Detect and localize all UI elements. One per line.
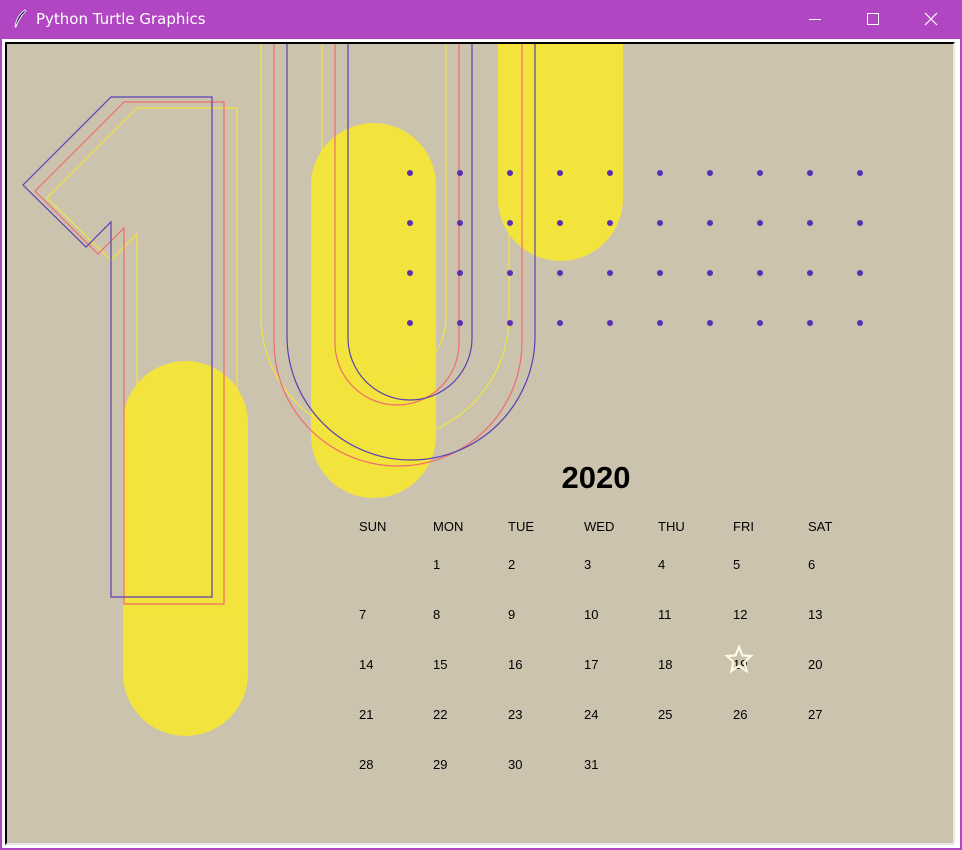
feather-pen-icon: [14, 9, 27, 28]
calendar-day: 16: [508, 657, 522, 672]
calendar-day: 29: [433, 757, 447, 772]
calendar-day: 26: [733, 707, 747, 722]
grid-dot: [607, 320, 613, 326]
grid-dot: [707, 320, 713, 326]
grid-dot: [657, 170, 663, 176]
grid-dot: [757, 270, 763, 276]
grid-dot: [407, 220, 413, 226]
calendar-day: 17: [584, 657, 598, 672]
maximize-button[interactable]: [844, 0, 902, 39]
minimize-button[interactable]: [786, 0, 844, 39]
yellow-pill-left: [123, 361, 248, 736]
calendar-day: 3: [584, 557, 591, 572]
grid-dot: [757, 220, 763, 226]
grid-dot: [557, 320, 563, 326]
window-client-area: 2020 SUN MON TUE WED THU FRI SAT 1 2 3 4 5 6 7 8 9 10 11…: [2, 39, 960, 848]
calendar-day: 27: [808, 707, 822, 722]
close-icon: [924, 12, 938, 26]
grid-dot: [607, 270, 613, 276]
window-title: Python Turtle Graphics: [36, 10, 206, 28]
calendar-day: 18: [658, 657, 672, 672]
calendar-day: 6: [808, 557, 815, 572]
grid-dot: [607, 220, 613, 226]
grid-dot: [557, 220, 563, 226]
grid-dot: [557, 170, 563, 176]
yellow-pill-top: [498, 44, 623, 261]
grid-dot: [857, 220, 863, 226]
grid-dot: [657, 270, 663, 276]
calendar-day: 9: [508, 607, 515, 622]
grid-dot: [557, 270, 563, 276]
calendar-day: 31: [584, 757, 598, 772]
grid-dot: [457, 170, 463, 176]
drawing-surface: 2020 SUN MON TUE WED THU FRI SAT 1 2 3 4 5 67 8 9 10 11…: [22, 44, 863, 772]
grid-dot: [857, 320, 863, 326]
calendar-day: 14: [359, 657, 373, 672]
calendar-day: 24: [584, 707, 598, 722]
turtle-window: Python Turtle Graphics 2020 SUN MON TUE …: [0, 0, 962, 850]
calendar-day: 1: [433, 557, 440, 572]
title-bar[interactable]: Python Turtle Graphics: [0, 0, 962, 39]
grid-dot: [807, 170, 813, 176]
grid-dot: [857, 270, 863, 276]
grid-dot: [807, 220, 813, 226]
grid-dot: [407, 270, 413, 276]
calendar-weekday-row: SUN MON TUE WED THU FRI SAT: [359, 519, 832, 534]
calendar-day: 28: [359, 757, 373, 772]
dot-grid: [407, 170, 863, 326]
weekday-label-thu: THU: [658, 519, 685, 534]
weekday-label-fri: FRI: [733, 519, 754, 534]
calendar-day: 7: [359, 607, 366, 622]
grid-dot: [707, 220, 713, 226]
grid-dot: [657, 220, 663, 226]
calendar-day: 2: [508, 557, 515, 572]
calendar-day: 12: [733, 607, 747, 622]
grid-dot: [507, 170, 513, 176]
weekday-label-sat: SAT: [808, 519, 832, 534]
calendar-year: 2020: [562, 460, 631, 495]
calendar-day: 30: [508, 757, 522, 772]
grid-dot: [707, 270, 713, 276]
calendar-day: 13: [808, 607, 822, 622]
calendar-day: 23: [508, 707, 522, 722]
turtle-canvas[interactable]: 2020 SUN MON TUE WED THU FRI SAT 1 2 3 4 5 6 7 8 9 10 11…: [5, 42, 955, 845]
calendar-day: 21: [359, 707, 373, 722]
calendar-day: 25: [658, 707, 672, 722]
calendar-day: 10: [584, 607, 598, 622]
weekday-label-sun: SUN: [359, 519, 386, 534]
weekday-label-tue: TUE: [508, 519, 534, 534]
grid-dot: [807, 270, 813, 276]
grid-dot: [757, 170, 763, 176]
minimize-icon: [809, 19, 821, 20]
grid-dot: [457, 270, 463, 276]
grid-dot: [457, 220, 463, 226]
grid-dot: [707, 170, 713, 176]
grid-dot: [807, 320, 813, 326]
grid-dot: [607, 170, 613, 176]
grid-dot: [407, 170, 413, 176]
close-button[interactable]: [902, 0, 960, 39]
calendar-day: 4: [658, 557, 665, 572]
grid-dot: [457, 320, 463, 326]
yellow-pill-middle: [311, 123, 436, 498]
grid-dot: [407, 320, 413, 326]
grid-dot: [657, 320, 663, 326]
calendar-day: 15: [433, 657, 447, 672]
calendar-day: 11: [658, 607, 672, 622]
calendar-day-grid: 1 2 3 4 5 67 8 9 10 11 12 1314 15 16 17 18 19 2021 22 23 24 2…: [359, 557, 822, 772]
calendar-day: 8: [433, 607, 440, 622]
grid-dot: [857, 170, 863, 176]
calendar-day: 22: [433, 707, 447, 722]
grid-dot: [507, 270, 513, 276]
weekday-label-wed: WED: [584, 519, 614, 534]
calendar-day: 20: [808, 657, 822, 672]
maximize-icon: [867, 13, 879, 25]
grid-dot: [507, 220, 513, 226]
grid-dot: [507, 320, 513, 326]
grid-dot: [757, 320, 763, 326]
calendar-day: 5: [733, 557, 740, 572]
weekday-label-mon: MON: [433, 519, 463, 534]
